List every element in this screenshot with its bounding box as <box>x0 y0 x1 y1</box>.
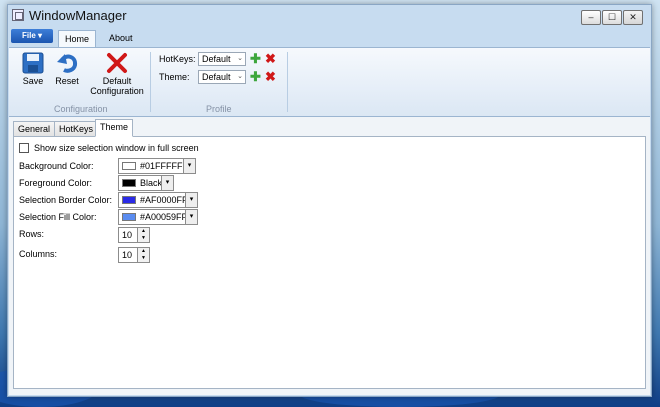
close-button[interactable]: ✕ <box>623 10 643 25</box>
save-label: Save <box>22 76 44 86</box>
minimize-button[interactable]: – <box>581 10 601 25</box>
foreground-color-value: Black <box>140 178 163 188</box>
selection-fill-color-picker[interactable]: #A00059FF ▾ <box>118 209 198 225</box>
fullscreen-checkbox-label: Show size selection window in full scree… <box>34 143 199 153</box>
maximize-button[interactable]: ☐ <box>602 10 622 25</box>
save-button[interactable]: Save <box>17 52 49 86</box>
stepper-down-icon[interactable]: ▼ <box>137 255 149 262</box>
tab-home[interactable]: Home <box>58 30 97 47</box>
window-title: WindowManager <box>29 8 127 23</box>
rows-stepper[interactable]: 10 ▲ ▼ <box>118 227 150 243</box>
default-configuration-label-line1: Default <box>102 76 132 86</box>
selection-border-color-swatch <box>122 196 136 204</box>
default-configuration-label-line2: Configuration <box>90 86 144 96</box>
tab-hotkeys[interactable]: HotKeys <box>54 121 99 137</box>
foreground-color-label: Foreground Color: <box>19 178 93 188</box>
ribbon-group-separator <box>150 52 151 112</box>
theme-profile-value: Default <box>202 72 231 82</box>
hotkeys-profile-dropdown[interactable]: Default ⌄ <box>198 52 246 66</box>
background-color-value: #01FFFFFF <box>140 161 189 171</box>
tab-about[interactable]: About <box>103 30 139 47</box>
selection-fill-color-label: Selection Fill Color: <box>19 212 97 222</box>
add-hotkeys-profile-icon[interactable]: ✚ <box>250 52 261 65</box>
main-content: General HotKeys Theme Show size selectio… <box>9 117 650 395</box>
selection-fill-color-swatch <box>122 213 136 221</box>
background-color-swatch <box>122 162 136 170</box>
app-icon <box>12 9 24 21</box>
columns-value: 10 <box>122 250 133 260</box>
rows-value: 10 <box>122 230 133 240</box>
ribbon-group-separator <box>287 52 288 112</box>
add-theme-profile-icon[interactable]: ✚ <box>250 70 261 83</box>
chevron-down-icon: ⌄ <box>237 73 243 80</box>
theme-profile-label: Theme: <box>159 72 190 82</box>
foreground-color-swatch <box>122 179 136 187</box>
columns-stepper[interactable]: 10 ▲ ▼ <box>118 247 150 263</box>
rows-label: Rows: <box>19 229 45 239</box>
profile-group-label: Profile <box>206 104 232 114</box>
configuration-group-label: Configuration <box>54 104 108 114</box>
default-configuration-button[interactable]: Default Configuration <box>89 52 145 96</box>
chevron-down-icon: ⌄ <box>237 55 243 62</box>
chevron-down-icon[interactable]: ▾ <box>183 159 195 173</box>
ribbon-tab-bar: File ▾ Home About <box>8 27 651 47</box>
tab-theme[interactable]: Theme <box>95 119 134 137</box>
theme-panel: Show size selection window in full scree… <box>13 136 646 389</box>
reset-label: Reset <box>55 76 79 86</box>
selection-border-color-value: #AF0000FF <box>140 195 188 205</box>
file-menu-button[interactable]: File ▾ <box>11 29 53 43</box>
reset-button[interactable]: Reset <box>51 52 83 86</box>
delete-hotkeys-profile-icon[interactable]: ✖ <box>265 52 276 65</box>
tab-general[interactable]: General <box>13 121 56 137</box>
delete-theme-profile-icon[interactable]: ✖ <box>265 70 276 83</box>
delete-x-icon <box>107 53 127 73</box>
columns-label: Columns: <box>19 249 58 259</box>
selection-border-color-label: Selection Border Color: <box>19 195 113 205</box>
ribbon: Save Reset Default Configuration Configu… <box>9 47 650 117</box>
app-window: WindowManager – ☐ ✕ File ▾ Home About Sa… <box>7 4 652 397</box>
hotkeys-profile-label: HotKeys: <box>159 54 196 64</box>
save-icon <box>22 52 44 74</box>
selection-border-color-picker[interactable]: #AF0000FF ▾ <box>118 192 198 208</box>
hotkeys-profile-value: Default <box>202 54 231 64</box>
selection-fill-color-value: #A00059FF <box>140 212 188 222</box>
chevron-down-icon[interactable]: ▾ <box>185 210 197 224</box>
background-color-picker[interactable]: #01FFFFFF ▾ <box>118 158 196 174</box>
stepper-down-icon[interactable]: ▼ <box>137 235 149 242</box>
title-bar[interactable]: WindowManager – ☐ ✕ <box>8 5 651 27</box>
stepper-up-icon[interactable]: ▲ <box>137 228 149 235</box>
undo-icon <box>57 54 78 73</box>
chevron-down-icon[interactable]: ▾ <box>185 193 197 207</box>
theme-profile-dropdown[interactable]: Default ⌄ <box>198 70 246 84</box>
chevron-down-icon[interactable]: ▾ <box>161 176 173 190</box>
foreground-color-picker[interactable]: Black ▾ <box>118 175 174 191</box>
background-color-label: Background Color: <box>19 161 94 171</box>
fullscreen-checkbox[interactable] <box>19 143 29 153</box>
stepper-up-icon[interactable]: ▲ <box>137 248 149 255</box>
